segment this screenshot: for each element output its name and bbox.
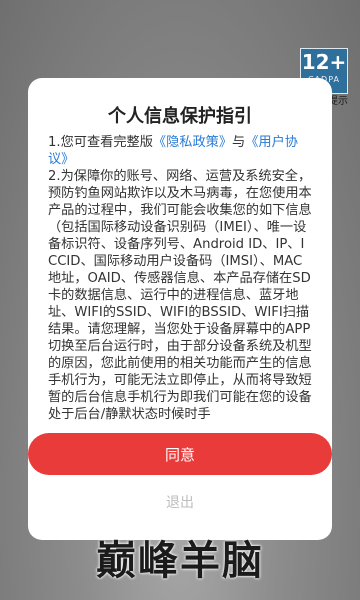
item1-prefix: 1.您可查看完整版 — [48, 135, 153, 150]
game-title: 巅峰羊脑 — [96, 538, 264, 584]
item1-and: 与 — [232, 135, 246, 150]
agree-button[interactable]: 同意 — [28, 433, 332, 475]
policy-links-paragraph: 1.您可查看完整版《隐私政策》与《用户协议》 — [48, 134, 312, 168]
privacy-policy-link[interactable]: 《隐私政策》 — [153, 135, 232, 150]
exit-button[interactable]: 退出 — [0, 492, 360, 512]
data-collection-paragraph: 2.为保障你的账号、网络、运营及系统安全，预防钓鱼网站欺诈以及木马病毒，在您使用… — [48, 169, 312, 422]
age-rating-number: 12+ — [301, 50, 347, 74]
dialog-title: 个人信息保护指引 — [108, 106, 252, 127]
